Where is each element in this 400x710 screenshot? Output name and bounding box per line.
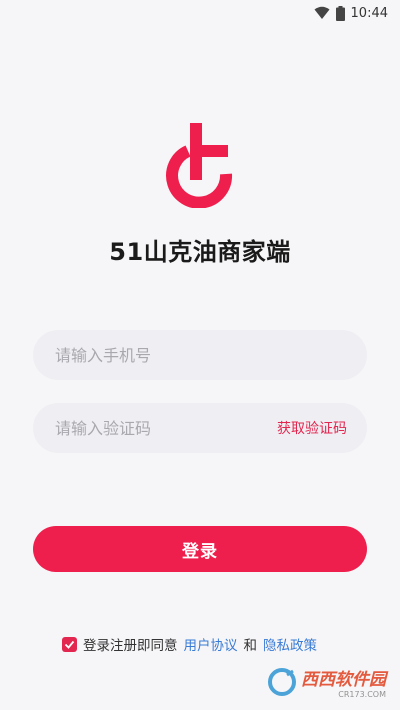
watermark-text: 西西软件园 (301, 670, 386, 690)
battery-icon (335, 5, 345, 21)
phone-input[interactable] (53, 344, 347, 366)
watermark: 西西软件园 CR173.COM (267, 662, 386, 702)
get-code-button[interactable]: 获取验证码 (277, 418, 347, 438)
verification-code-field[interactable]: 获取验证码 (33, 403, 367, 453)
wifi-icon (314, 6, 330, 20)
brand-logo-icon (160, 118, 240, 209)
status-bar: 10:44 (0, 0, 400, 26)
login-button[interactable]: 登录 (33, 526, 367, 572)
app-title: 51山克油商家端 (109, 238, 291, 266)
verification-code-input[interactable] (53, 417, 277, 439)
status-time: 10:44 (350, 5, 388, 21)
user-agreement-link[interactable]: 用户协议 (184, 634, 238, 654)
agreement-row: 登录注册即同意 用户协议 和 隐私政策 (62, 633, 317, 655)
watermark-subtext: CR173.COM (338, 690, 386, 699)
phone-field[interactable] (33, 330, 367, 380)
privacy-policy-link[interactable]: 隐私政策 (263, 634, 317, 654)
checkmark-icon (64, 640, 75, 649)
agreement-conjunction: 和 (243, 638, 258, 654)
watermark-logo-icon (268, 668, 296, 696)
agreement-checkbox[interactable] (62, 636, 77, 652)
agreement-prefix: 登录注册即同意 (83, 638, 178, 654)
